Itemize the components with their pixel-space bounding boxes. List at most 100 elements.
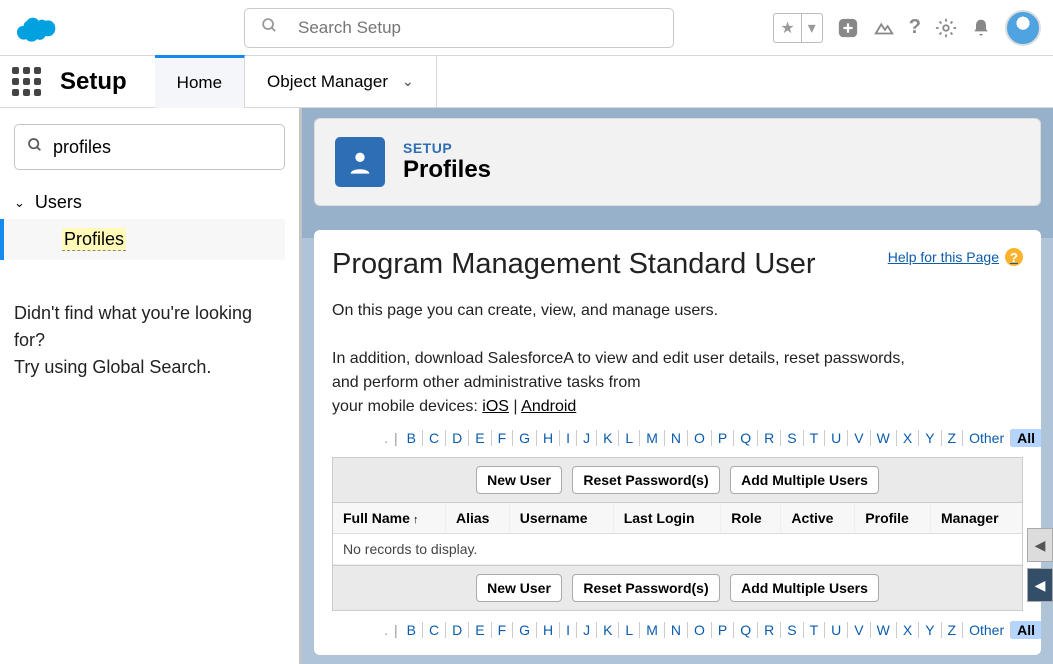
filter-letter[interactable]: E: [469, 622, 491, 638]
favorites-chip[interactable]: ★▾: [773, 13, 822, 43]
add-multiple-users-button[interactable]: Add Multiple Users: [730, 574, 879, 602]
filter-letter[interactable]: O: [688, 622, 712, 638]
filter-letter[interactable]: H: [537, 622, 560, 638]
filter-letter[interactable]: L: [619, 622, 640, 638]
sidebar-item-profiles[interactable]: Profiles: [0, 219, 285, 260]
add-multiple-users-button[interactable]: Add Multiple Users: [730, 466, 879, 494]
filter-all[interactable]: All: [1011, 621, 1041, 639]
filter-letter[interactable]: M: [640, 430, 665, 446]
global-search[interactable]: [244, 8, 674, 48]
empty-message: No records to display.: [333, 534, 1022, 565]
new-user-button[interactable]: New User: [476, 466, 562, 494]
filter-letter[interactable]: W: [871, 622, 897, 638]
content-card: Program Management Standard User Help fo…: [314, 230, 1041, 655]
column-header[interactable]: Manager: [930, 503, 1022, 534]
filter-letter[interactable]: R: [758, 430, 781, 446]
filter-letter[interactable]: S: [781, 622, 803, 638]
trailhead-icon[interactable]: [873, 17, 895, 39]
gear-icon[interactable]: [935, 17, 957, 39]
filter-letter[interactable]: N: [665, 430, 688, 446]
page-eyebrow: SETUP: [403, 140, 491, 156]
filter-letter[interactable]: V: [848, 430, 870, 446]
expand-handle[interactable]: ◀: [1027, 528, 1053, 562]
help-icon[interactable]: ?: [909, 16, 921, 39]
star-icon: ★: [774, 14, 801, 42]
filter-letter[interactable]: Q: [734, 430, 758, 446]
sidebar-group-users[interactable]: ⌄Users: [14, 186, 285, 219]
filter-letter[interactable]: B: [401, 430, 423, 446]
quick-find[interactable]: [14, 124, 285, 170]
filter-letter[interactable]: C: [423, 430, 446, 446]
quick-find-input[interactable]: [53, 137, 272, 158]
app-name: Setup: [60, 68, 127, 96]
filter-letter[interactable]: J: [577, 430, 597, 446]
filter-letter[interactable]: O: [688, 430, 712, 446]
filter-letter[interactable]: G: [513, 430, 537, 446]
tab-home[interactable]: Home: [155, 55, 245, 108]
filter-letter[interactable]: P: [712, 430, 734, 446]
filter-letter[interactable]: N: [665, 622, 688, 638]
filter-letter[interactable]: V: [848, 622, 870, 638]
page-header: SETUP Profiles: [314, 118, 1041, 206]
reset-passwords-button[interactable]: Reset Password(s): [572, 574, 719, 602]
filter-letter[interactable]: E: [469, 430, 491, 446]
tab-object-manager[interactable]: Object Manager⌄: [245, 55, 437, 108]
filter-letter[interactable]: Z: [942, 622, 964, 638]
filter-letter[interactable]: Y: [919, 622, 941, 638]
filter-letter[interactable]: Y: [919, 430, 941, 446]
filter-letter[interactable]: S: [781, 430, 803, 446]
filter-letter[interactable]: Z: [942, 430, 964, 446]
add-icon[interactable]: [837, 17, 859, 39]
filter-letter[interactable]: G: [513, 622, 537, 638]
ios-link[interactable]: iOS: [482, 398, 509, 415]
column-header[interactable]: Full Name ↑: [333, 503, 445, 534]
filter-letter[interactable]: F: [492, 622, 514, 638]
global-search-input[interactable]: [298, 18, 657, 38]
column-header[interactable]: Username: [509, 503, 613, 534]
record-title: Program Management Standard User: [332, 248, 816, 281]
filter-letter[interactable]: Q: [734, 622, 758, 638]
filter-letter[interactable]: F: [492, 430, 514, 446]
filter-letter[interactable]: D: [446, 430, 469, 446]
app-launcher-icon[interactable]: [12, 67, 42, 97]
filter-letter[interactable]: U: [825, 622, 848, 638]
column-header[interactable]: Active: [781, 503, 855, 534]
filter-letter[interactable]: P: [712, 622, 734, 638]
filter-letter[interactable]: R: [758, 622, 781, 638]
filter-letter[interactable]: M: [640, 622, 665, 638]
filter-other[interactable]: Other: [963, 622, 1011, 638]
bell-icon[interactable]: [971, 18, 991, 38]
column-header[interactable]: Role: [721, 503, 781, 534]
android-link[interactable]: Android: [521, 398, 576, 415]
filter-letter[interactable]: B: [401, 622, 423, 638]
filter-letter[interactable]: J: [577, 622, 597, 638]
filter-letter[interactable]: W: [871, 430, 897, 446]
filter-letter[interactable]: T: [804, 430, 826, 446]
column-header[interactable]: Profile: [855, 503, 931, 534]
filter-letter[interactable]: X: [897, 430, 919, 446]
filter-letter[interactable]: D: [446, 622, 469, 638]
filter-letter[interactable]: K: [597, 430, 619, 446]
help-for-page-link[interactable]: Help for this Page?: [888, 248, 1023, 266]
collapse-handle[interactable]: ◀: [1027, 568, 1053, 602]
column-header[interactable]: Last Login: [613, 503, 721, 534]
filter-letter[interactable]: L: [619, 430, 640, 446]
filter-other[interactable]: Other: [963, 430, 1011, 446]
filter-letter[interactable]: H: [537, 430, 560, 446]
column-header[interactable]: Alias: [445, 503, 509, 534]
filter-letter[interactable]: I: [560, 622, 577, 638]
filter-letter[interactable]: I: [560, 430, 577, 446]
a-z-filter-bottom: .|BCDEFGHIJKLMNOPQRSTUVWXYZOtherAll: [314, 611, 1041, 645]
filter-all[interactable]: All: [1011, 429, 1041, 447]
user-avatar[interactable]: [1005, 10, 1041, 46]
filter-letter[interactable]: K: [597, 622, 619, 638]
sidebar-group-label: Users: [35, 192, 82, 213]
reset-passwords-button[interactable]: Reset Password(s): [572, 466, 719, 494]
filter-letter[interactable]: T: [804, 622, 826, 638]
filter-letter[interactable]: C: [423, 622, 446, 638]
salesforce-logo[interactable]: [12, 10, 62, 45]
new-user-button[interactable]: New User: [476, 574, 562, 602]
help-icon: ?: [1005, 248, 1023, 266]
filter-letter[interactable]: X: [897, 622, 919, 638]
filter-letter[interactable]: U: [825, 430, 848, 446]
